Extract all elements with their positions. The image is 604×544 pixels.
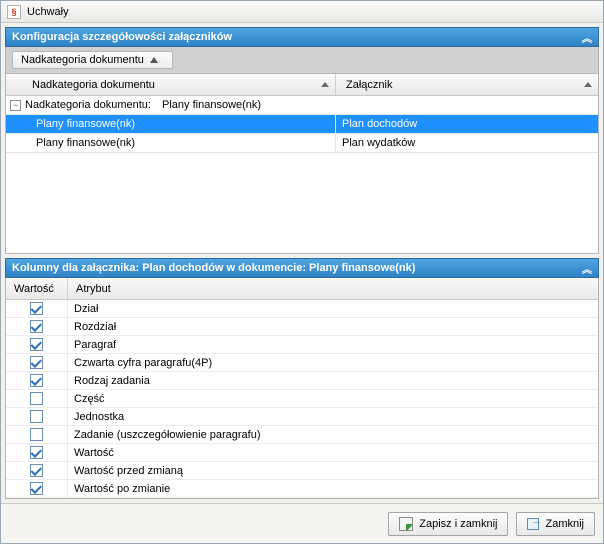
checkbox[interactable] — [30, 428, 43, 441]
checkbox-cell[interactable] — [6, 408, 68, 425]
attribute-label: Czwarta cyfra paragrafu(4P) — [68, 354, 598, 371]
footer: Zapisz i zamknij Zamknij — [1, 503, 603, 543]
group-row-value: Plany finansowe(nk) — [162, 99, 261, 111]
cell-nadkategoria: Plany finansowe(nk) — [6, 115, 336, 133]
col-wartosc[interactable]: Wartość — [6, 278, 68, 299]
expander-icon[interactable]: − — [10, 100, 21, 111]
col-atrybut-label: Atrybut — [76, 283, 111, 295]
list-item[interactable]: Część — [6, 390, 598, 408]
col-atrybut[interactable]: Atrybut — [68, 278, 598, 299]
window: § Uchwały Konfiguracja szczegółowości za… — [0, 0, 604, 544]
cell-zalacznik: Plan wydatków — [336, 134, 598, 152]
group-row[interactable]: − Nadkategoria dokumentu: Plany finansow… — [6, 96, 598, 115]
group-by-label: Nadkategoria dokumentu — [21, 54, 144, 66]
window-title: Uchwały — [27, 6, 69, 18]
group-by-band[interactable]: Nadkategoria dokumentu — [5, 47, 599, 74]
list-item[interactable]: Paragraf — [6, 336, 598, 354]
list-item[interactable]: Dział — [6, 300, 598, 318]
attribute-label: Rodzaj zadania — [68, 372, 598, 389]
checkbox-cell[interactable] — [6, 372, 68, 389]
checkbox-cell[interactable] — [6, 354, 68, 371]
columns-grid-header: Wartość Atrybut — [6, 278, 598, 300]
list-item[interactable]: Rodzaj zadania — [6, 372, 598, 390]
checkbox[interactable] — [30, 338, 43, 351]
attachments-grid-header: Nadkategoria dokumentu Załącznik — [6, 74, 598, 96]
checkbox-cell[interactable] — [6, 390, 68, 407]
panel-config-title: Konfiguracja szczegółowości załączników — [12, 31, 232, 43]
titlebar: § Uchwały — [1, 1, 603, 23]
panel-columns-header[interactable]: Kolumny dla załącznika: Plan dochodów w … — [5, 258, 599, 278]
checkbox[interactable] — [30, 374, 43, 387]
checkbox[interactable] — [30, 446, 43, 459]
list-item[interactable]: Czwarta cyfra paragrafu(4P) — [6, 354, 598, 372]
sort-asc-icon — [584, 82, 592, 87]
attribute-label: Jednostka — [68, 408, 598, 425]
app-icon: § — [7, 5, 21, 19]
cell-nadkategoria: Plany finansowe(nk) — [6, 134, 336, 152]
col-zalacznik-label: Załącznik — [346, 79, 392, 91]
checkbox-cell[interactable] — [6, 444, 68, 461]
attribute-label: Wartość — [68, 444, 598, 461]
attribute-label: Paragraf — [68, 336, 598, 353]
save-icon — [399, 517, 413, 531]
attribute-label: Dział — [68, 300, 598, 317]
save-and-close-label: Zapisz i zamknij — [419, 518, 497, 530]
list-item[interactable]: Wartość po zmianie — [6, 480, 598, 498]
content-body: Konfiguracja szczegółowości załączników … — [1, 23, 603, 503]
checkbox-cell[interactable] — [6, 426, 68, 443]
col-wartosc-label: Wartość — [14, 283, 54, 295]
group-by-pill[interactable]: Nadkategoria dokumentu — [12, 51, 173, 69]
list-item[interactable]: Wartość przed zmianą — [6, 462, 598, 480]
panel-config-header[interactable]: Konfiguracja szczegółowości załączników … — [5, 27, 599, 47]
checkbox-cell[interactable] — [6, 300, 68, 317]
checkbox[interactable] — [30, 464, 43, 477]
attribute-label: Rozdział — [68, 318, 598, 335]
attribute-label: Zadanie (uszczegółowienie paragrafu) — [68, 426, 598, 443]
col-zalacznik[interactable]: Załącznik — [336, 74, 598, 95]
checkbox[interactable] — [30, 302, 43, 315]
list-item[interactable]: Zadanie (uszczegółowienie paragrafu) — [6, 426, 598, 444]
attribute-label: Wartość przed zmianą — [68, 462, 598, 479]
columns-grid: Wartość Atrybut DziałRozdziałParagrafCzw… — [5, 278, 599, 499]
checkbox[interactable] — [30, 320, 43, 333]
attribute-label: Wartość po zmianie — [68, 480, 598, 497]
list-item[interactable]: Rozdział — [6, 318, 598, 336]
cell-zalacznik: Plan dochodów — [336, 115, 598, 133]
close-button[interactable]: Zamknij — [516, 512, 595, 536]
checkbox[interactable] — [30, 392, 43, 405]
list-item[interactable]: Jednostka — [6, 408, 598, 426]
table-row[interactable]: Plany finansowe(nk)Plan wydatków — [6, 134, 598, 153]
checkbox[interactable] — [30, 410, 43, 423]
attachments-grid: Nadkategoria dokumentu Załącznik − Nadka… — [5, 74, 599, 254]
close-label: Zamknij — [545, 518, 584, 530]
col-nadkategoria[interactable]: Nadkategoria dokumentu — [6, 74, 336, 95]
group-row-label: Nadkategoria dokumentu: — [25, 99, 151, 111]
col-nadkategoria-label: Nadkategoria dokumentu — [32, 79, 155, 91]
checkbox-cell[interactable] — [6, 462, 68, 479]
attribute-label: Część — [68, 390, 598, 407]
checkbox[interactable] — [30, 356, 43, 369]
checkbox-cell[interactable] — [6, 318, 68, 335]
list-item[interactable]: Wartość — [6, 444, 598, 462]
collapse-icon: ︽ — [582, 261, 592, 276]
collapse-icon: ︽ — [582, 30, 592, 45]
sort-asc-icon — [321, 82, 329, 87]
close-icon — [527, 518, 539, 530]
table-row[interactable]: Plany finansowe(nk)Plan dochodów — [6, 115, 598, 134]
checkbox[interactable] — [30, 482, 43, 495]
checkbox-cell[interactable] — [6, 336, 68, 353]
panel-columns-title: Kolumny dla załącznika: Plan dochodów w … — [12, 262, 415, 274]
save-and-close-button[interactable]: Zapisz i zamknij — [388, 512, 508, 536]
sort-asc-icon — [150, 57, 158, 63]
checkbox-cell[interactable] — [6, 480, 68, 497]
